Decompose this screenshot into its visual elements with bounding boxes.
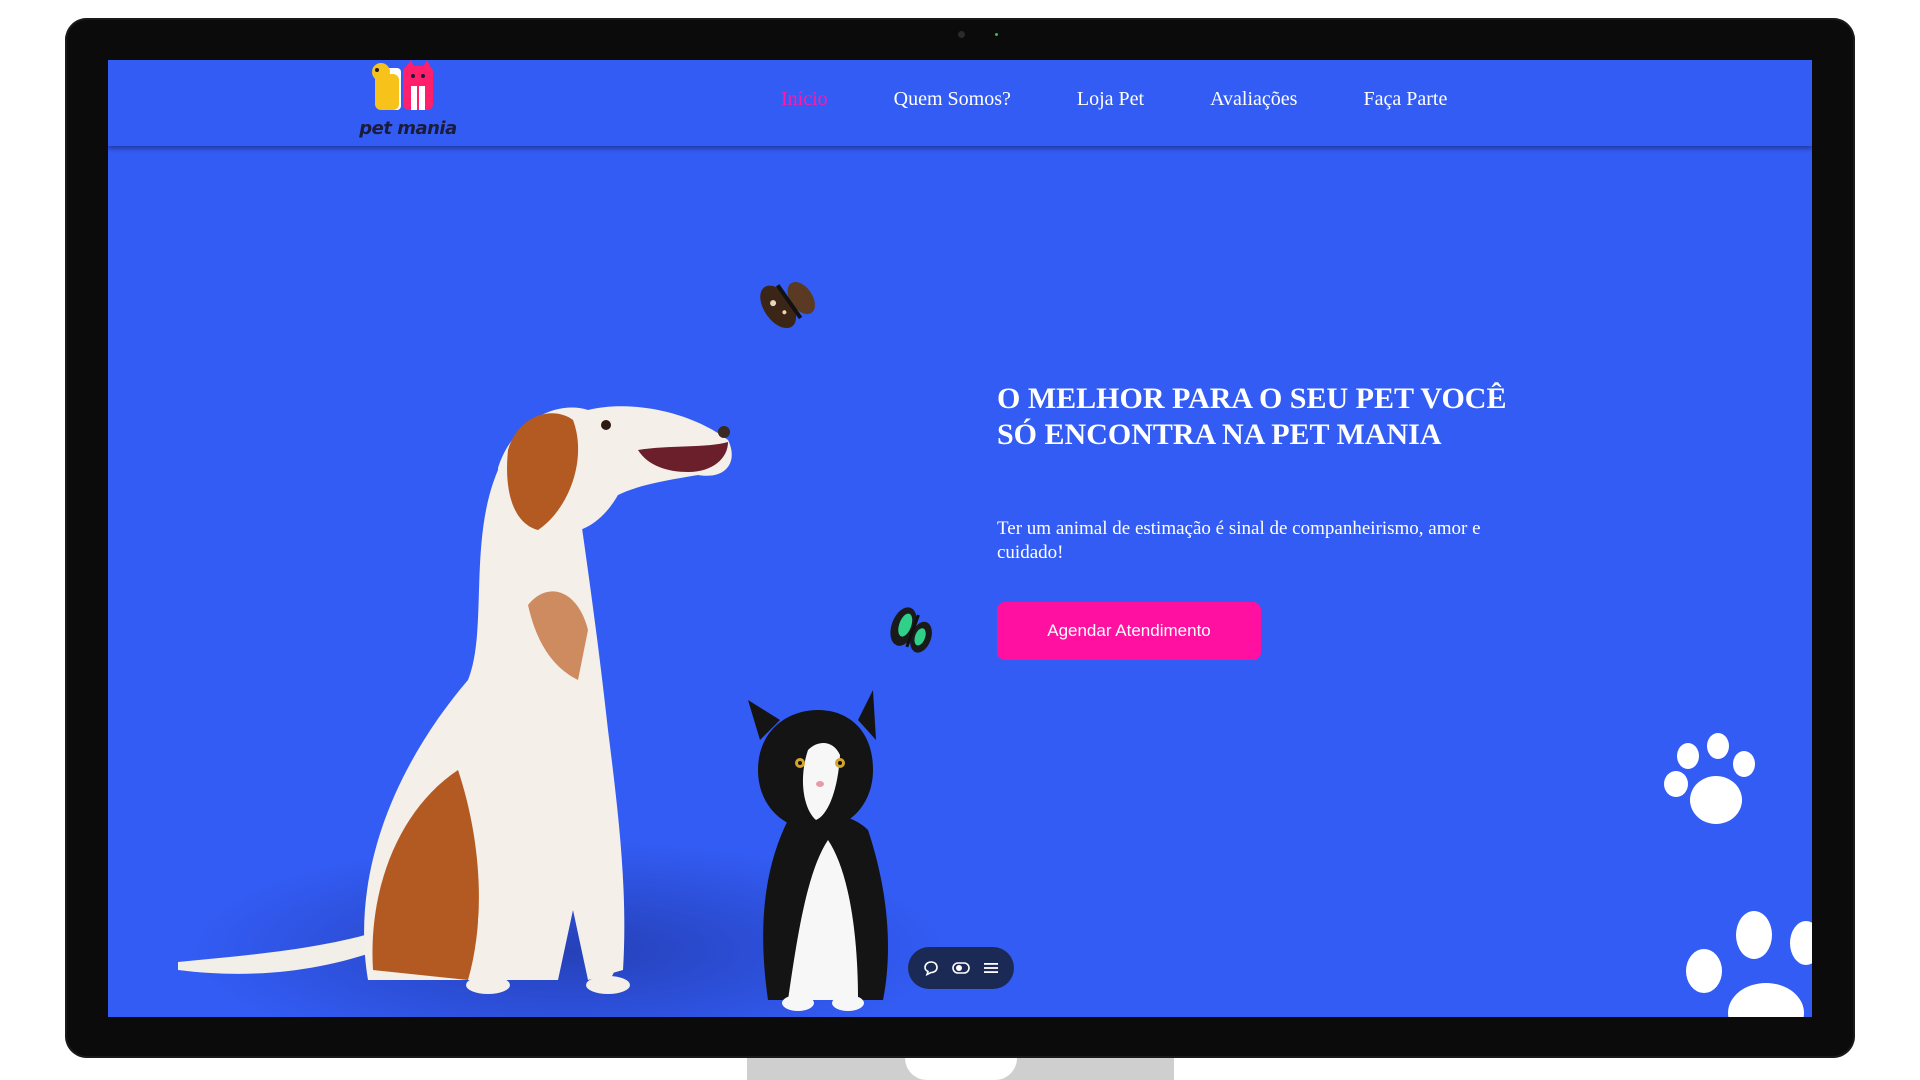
nav-link-avaliacoes[interactable]: Avaliações bbox=[1210, 88, 1297, 111]
monitor-stand-notch bbox=[905, 1058, 1017, 1080]
camera-icon bbox=[958, 31, 965, 38]
floating-action-bar bbox=[908, 947, 1014, 989]
hero-subtitle: Ter um animal de estimação é sinal de co… bbox=[997, 518, 1481, 563]
chat-icon[interactable] bbox=[920, 957, 942, 979]
nav-link-quem-somos[interactable]: Quem Somos? bbox=[894, 88, 1011, 111]
nav-link-loja-pet[interactable]: Loja Pet bbox=[1077, 88, 1144, 111]
menu-icon[interactable] bbox=[980, 957, 1002, 979]
schedule-appointment-button[interactable]: Agendar Atendimento bbox=[997, 602, 1261, 660]
nav-menu: Início Quem Somos? Loja Pet Avaliações F… bbox=[781, 88, 1513, 111]
butterfly-brown-icon bbox=[760, 281, 815, 329]
logo[interactable]: pet mania bbox=[353, 60, 473, 146]
logo-text: pet mania bbox=[359, 118, 457, 139]
paw-print-icon bbox=[1664, 733, 1755, 824]
logo-pets-icon bbox=[372, 60, 433, 110]
hero-title: O MELHOR PARA O SEU PET VOCÊ SÓ ENCONTRA… bbox=[997, 382, 1507, 451]
website-viewport: pet mania Início Quem Somos? Loja Pet Av… bbox=[108, 60, 1812, 1017]
navbar: pet mania Início Quem Somos? Loja Pet Av… bbox=[108, 60, 1812, 146]
paw-print-corner-icon bbox=[1686, 911, 1812, 1017]
nav-link-inicio[interactable]: Início bbox=[781, 88, 828, 111]
cat-illustration bbox=[748, 690, 888, 1011]
hero-pets-illustration bbox=[178, 281, 948, 1017]
butterfly-green-icon bbox=[890, 607, 932, 653]
camera-led bbox=[995, 33, 998, 36]
nav-link-faca-parte[interactable]: Faça Parte bbox=[1363, 88, 1447, 111]
toggle-icon[interactable] bbox=[950, 957, 972, 979]
